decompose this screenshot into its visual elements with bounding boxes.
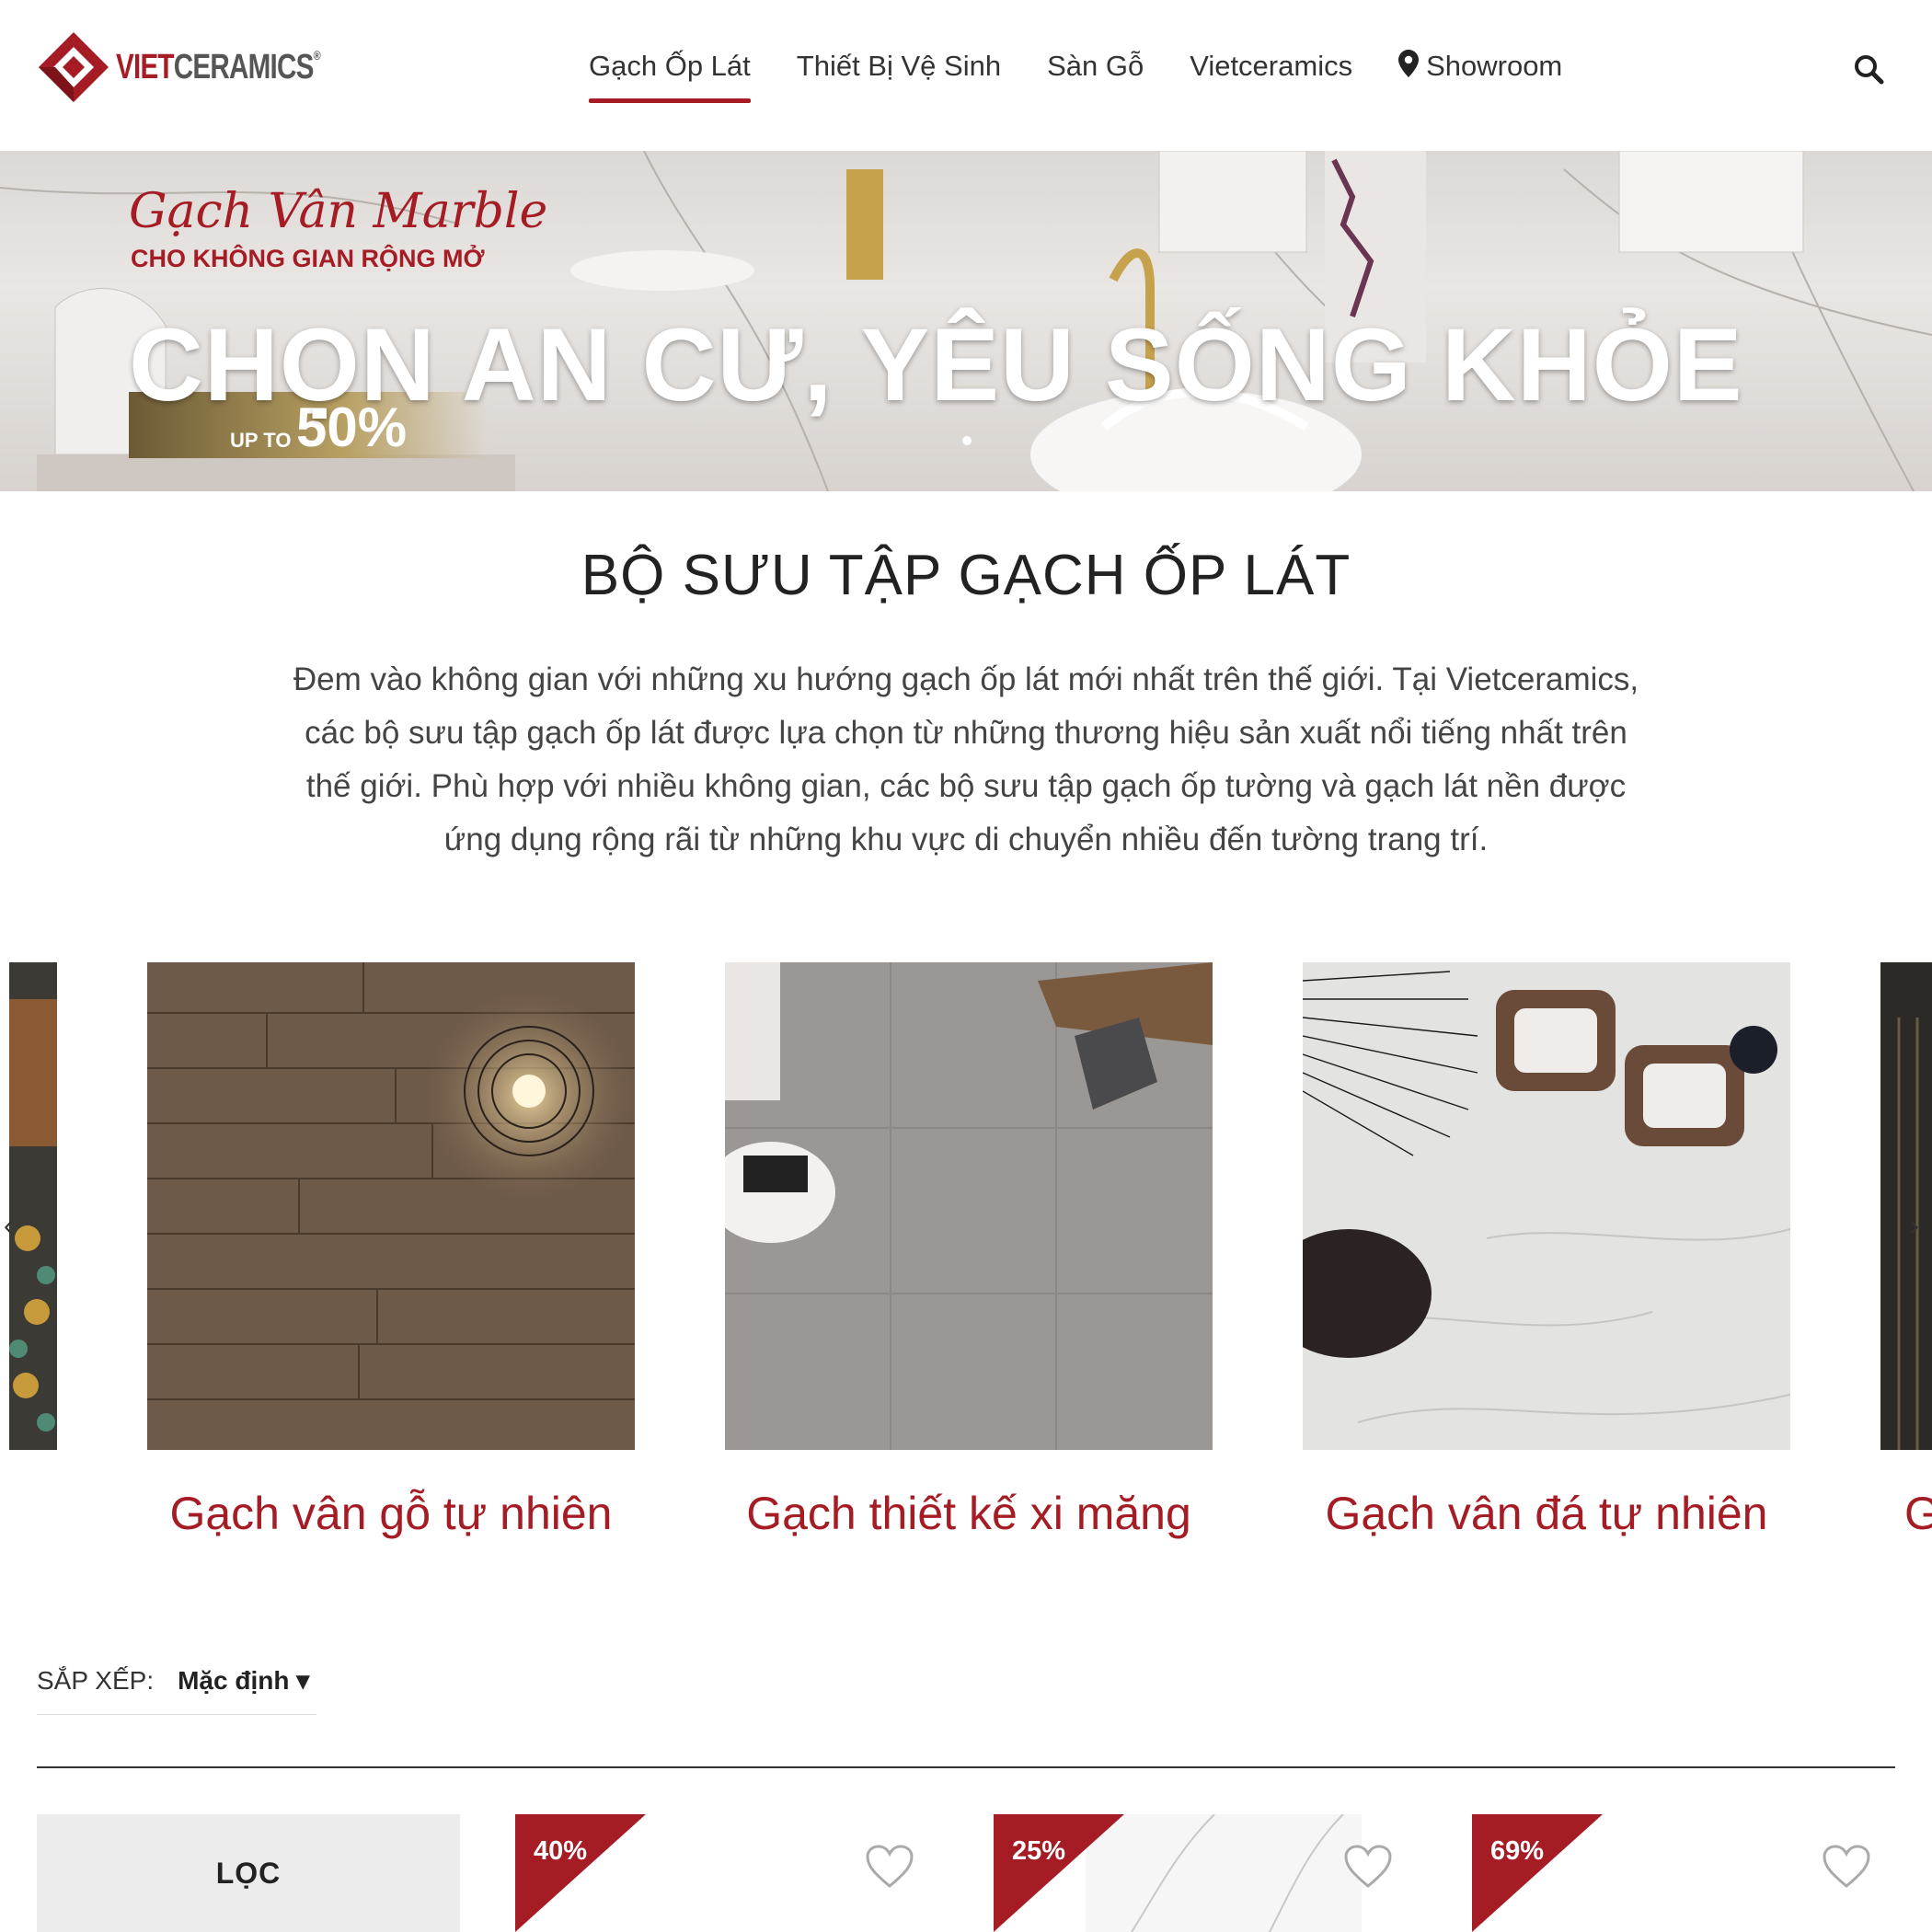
section-title: BỘ SƯU TẬP GẠCH ỐP LÁT bbox=[581, 544, 1351, 607]
category-label[interactable]: Gạch thiết kế xi măng bbox=[725, 1487, 1213, 1540]
site-header: VIETCERAMICS® Gạch Ốp Lát Thiết Bị Vệ Si… bbox=[0, 0, 1932, 151]
discount-label: 25% bbox=[1012, 1836, 1066, 1866]
location-pin-icon bbox=[1398, 50, 1420, 85]
category-card-stone[interactable]: Gạch vân đá tự nhiên bbox=[1303, 962, 1790, 1540]
discount-badge bbox=[1472, 1814, 1603, 1932]
description-line: thế giới. Phù hợp với nhiều không gian, … bbox=[305, 768, 1627, 804]
nav-item-vietceramics[interactable]: Vietceramics bbox=[1190, 50, 1352, 103]
category-label[interactable]: Gạch vân gỗ tự nhiên bbox=[147, 1487, 635, 1540]
wood-floor-image bbox=[147, 962, 635, 1450]
product-card[interactable]: 25% bbox=[994, 1814, 1426, 1932]
description-line: các bộ sưu tập gạch ốp lát được lựa chọn… bbox=[305, 715, 1627, 751]
section-description: Đem vào không gian với những xu hướng gạ… bbox=[184, 653, 1748, 867]
search-icon[interactable] bbox=[1853, 53, 1884, 85]
category-card-wood[interactable]: Gạch vân gỗ tự nhiên bbox=[147, 962, 635, 1540]
nav-item-gach-op-lat[interactable]: Gạch Ốp Lát bbox=[589, 50, 751, 103]
nav-item-thiet-bi-ve-sinh[interactable]: Thiết Bị Vệ Sinh bbox=[797, 50, 1001, 103]
discount-badge bbox=[994, 1814, 1124, 1932]
dark-tile-image bbox=[1880, 962, 1932, 1450]
category-label[interactable]: Gạch vân đá tự nhiên bbox=[1303, 1487, 1790, 1540]
discount-label: 40% bbox=[534, 1836, 588, 1866]
heart-icon[interactable] bbox=[1343, 1844, 1393, 1890]
category-label-partial[interactable]: G bbox=[1904, 1487, 1932, 1540]
product-card[interactable]: 40% bbox=[515, 1814, 948, 1932]
discount-label: 69% bbox=[1490, 1836, 1545, 1866]
section-divider bbox=[37, 1766, 1895, 1768]
nav-item-showroom[interactable]: Showroom bbox=[1398, 50, 1562, 103]
filter-label: LỌC bbox=[215, 1856, 282, 1890]
carousel-prev-icon[interactable]: ‹ bbox=[4, 1211, 13, 1242]
description-line: ứng dụng rộng rãi từ những khu vực di ch… bbox=[443, 822, 1489, 857]
brand-wordmark: VIETCERAMICS® bbox=[116, 47, 321, 86]
discount-badge bbox=[515, 1814, 646, 1932]
carousel-dot[interactable] bbox=[962, 436, 972, 445]
hero-banner[interactable]: Gạch Vân Marble CHO KHÔNG GIAN RỘNG MỞ U… bbox=[0, 151, 1932, 491]
main-nav: Gạch Ốp Lát Thiết Bị Vệ Sinh Sàn Gỗ Viet… bbox=[589, 50, 1608, 105]
product-card[interactable]: 69% bbox=[1472, 1814, 1904, 1932]
banner-subtitle: CHO KHÔNG GIAN RỘNG MỞ bbox=[131, 245, 485, 272]
heart-icon[interactable] bbox=[865, 1844, 914, 1890]
category-carousel: ‹ Gạch vân gỗ tự nhiên Gạch thiết kế xi … bbox=[0, 962, 1932, 1551]
nav-item-san-go[interactable]: Sàn Gỗ bbox=[1047, 50, 1144, 103]
category-card-partial[interactable] bbox=[9, 962, 57, 1450]
heart-icon[interactable] bbox=[1822, 1844, 1871, 1890]
sort-dropdown[interactable]: Mặc định ▾ bbox=[178, 1665, 309, 1696]
marble-floor-image bbox=[1303, 962, 1790, 1450]
sort-control: SẮP XẾP: Mặc định ▾ bbox=[37, 1665, 316, 1715]
sort-label: SẮP XẾP: bbox=[37, 1665, 155, 1695]
nav-item-label: Showroom bbox=[1426, 50, 1563, 82]
category-card-cement[interactable]: Gạch thiết kế xi măng bbox=[725, 962, 1213, 1540]
category-card-partial[interactable] bbox=[1880, 962, 1932, 1450]
promo-prefix: UP TO bbox=[230, 429, 292, 452]
patterned-tile-image bbox=[9, 962, 57, 1450]
brand-logo[interactable]: VIETCERAMICS® bbox=[37, 30, 377, 104]
carousel-next-icon[interactable]: › bbox=[1910, 1211, 1919, 1242]
filter-button[interactable]: LỌC bbox=[37, 1814, 460, 1932]
banner-script-title: Gạch Vân Marble bbox=[129, 184, 548, 239]
description-line: Đem vào không gian với những xu hướng gạ… bbox=[293, 661, 1639, 697]
cement-floor-image bbox=[725, 962, 1213, 1450]
logo-diamond-icon bbox=[39, 32, 109, 102]
banner-headline: CHỌN AN CƯ, YÊU SỐNG KHỎE bbox=[129, 307, 1743, 422]
